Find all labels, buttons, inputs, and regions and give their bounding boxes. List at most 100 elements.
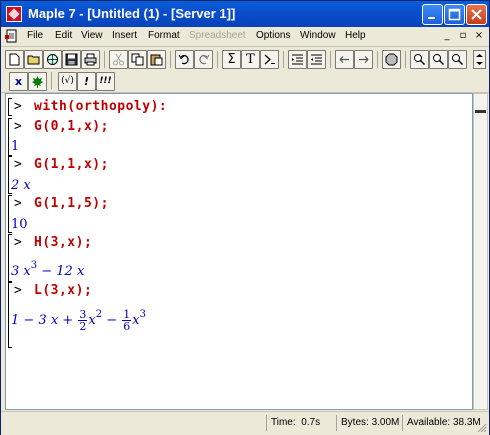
zoom-out-button[interactable] — [429, 50, 448, 69]
prompt-icon — [264, 54, 275, 65]
menu-bar: File Edit View Insert Format Spreadsheet… — [1, 27, 489, 47]
menu-options[interactable]: Options — [256, 30, 290, 41]
minimize-button[interactable] — [422, 4, 443, 25]
execution-group-bracket[interactable] — [8, 98, 12, 116]
menu-view[interactable]: View — [81, 30, 103, 41]
maple-leaf-icon — [32, 76, 43, 88]
doc-close-icon[interactable]: × — [472, 29, 486, 43]
stop-octagon-icon — [385, 53, 398, 66]
title-bar[interactable]: Maple 7 - [Untitled (1) - [Server 1]] — [1, 1, 489, 27]
toolbar-separator — [405, 51, 406, 68]
output-line: 3 x3 − 12 x — [11, 260, 84, 279]
prompt: > — [14, 283, 22, 298]
open-folder-icon — [27, 55, 40, 65]
toolbar-separator — [377, 51, 378, 68]
outdent-icon — [292, 54, 303, 65]
magnifier-icon — [433, 54, 445, 66]
open-button[interactable] — [24, 50, 43, 69]
maple-window: Maple 7 - [Untitled (1) - [Server 1]] Fi… — [0, 0, 490, 435]
exponent: 3 — [30, 260, 38, 271]
minimize-icon — [428, 17, 435, 19]
bytes-status: Bytes: 3.00M — [336, 415, 402, 431]
vertical-scrollbar[interactable] — [473, 93, 488, 410]
menu-help[interactable]: Help — [345, 30, 366, 41]
doc-minimize-icon[interactable]: _ — [440, 29, 454, 43]
output-line: 1 − 3 x + 3 2 x2 − 1 6 x3 — [11, 309, 146, 332]
input-line[interactable]: G(0,1,x); — [34, 119, 109, 134]
copy-icon — [131, 53, 144, 66]
zoom-in-button[interactable] — [410, 50, 429, 69]
input-line[interactable]: with(orthopoly): — [34, 99, 167, 114]
maximize-button[interactable] — [444, 4, 465, 25]
input-line[interactable]: H(3,x); — [34, 235, 92, 250]
menu-spreadsheet[interactable]: Spreadsheet — [189, 30, 246, 41]
minus-sign: − — [106, 313, 118, 328]
time-value: 0.7s — [301, 417, 321, 428]
input-line[interactable]: G(1,1,x); — [34, 157, 109, 172]
cut-button[interactable] — [109, 50, 128, 69]
input-line[interactable]: L(3,x); — [34, 283, 92, 298]
execute-button[interactable]: ! — [77, 72, 96, 91]
correct-syntax-button[interactable]: (√) — [58, 72, 77, 91]
worksheet-area[interactable]: > with(orthopoly): > G(0,1,x); 1 > G(1,1… — [5, 93, 473, 410]
print-button[interactable] — [81, 50, 100, 69]
forward-button[interactable] — [354, 50, 373, 69]
context-toolbar: x (√) ! !!! — [1, 71, 489, 93]
status-bar: Time: 0.7s Bytes: 3.00M Available: 38.3M — [1, 411, 489, 435]
scissors-icon — [113, 53, 124, 66]
menu-insert[interactable]: Insert — [112, 30, 137, 41]
toolbar-separator — [51, 72, 52, 89]
menu-edit[interactable]: Edit — [55, 30, 72, 41]
maple-leaf-button[interactable] — [28, 72, 47, 91]
denominator: 2 — [79, 320, 87, 333]
input-line[interactable]: G(1,1,5); — [34, 196, 109, 211]
insert-math-button[interactable]: Σ — [222, 50, 241, 69]
undo-icon — [178, 54, 189, 65]
redo-button[interactable] — [194, 50, 213, 69]
back-button[interactable] — [335, 50, 354, 69]
time-label: Time: — [271, 417, 296, 428]
maple-app-icon[interactable] — [6, 6, 22, 22]
open-url-button[interactable] — [43, 50, 62, 69]
close-button[interactable] — [466, 4, 487, 25]
magnifier-icon — [414, 54, 426, 66]
document-icon[interactable] — [5, 29, 19, 43]
insert-text-button[interactable]: T — [241, 50, 260, 69]
outdent-button[interactable] — [288, 50, 307, 69]
save-button[interactable] — [62, 50, 81, 69]
toolbar-scroll-button[interactable] — [473, 50, 486, 69]
undo-button[interactable] — [175, 50, 194, 69]
redo-icon — [199, 54, 210, 65]
output-term: x — [132, 313, 140, 328]
output-line: 10 — [11, 217, 28, 232]
insert-execution-group-button[interactable] — [260, 50, 279, 69]
clipboard-icon — [150, 54, 163, 66]
scroll-thumb[interactable] — [475, 110, 486, 113]
execute-all-button[interactable]: !!! — [96, 72, 115, 91]
output-term: 1 − 3 x + — [11, 313, 74, 328]
text-mode-button[interactable]: x — [9, 72, 28, 91]
new-button[interactable] — [5, 50, 24, 69]
resize-grip-icon[interactable] — [475, 421, 487, 433]
fraction: 32 — [78, 309, 88, 333]
close-icon — [471, 9, 482, 20]
globe-icon — [47, 54, 58, 65]
zoom-reset-button[interactable] — [448, 50, 467, 69]
copy-button[interactable] — [128, 50, 147, 69]
prompt: > — [14, 157, 22, 172]
menu-window[interactable]: Window — [300, 30, 336, 41]
menu-format[interactable]: Format — [148, 30, 180, 41]
stop-button[interactable] — [382, 50, 401, 69]
paste-button[interactable] — [147, 50, 166, 69]
menu-file[interactable]: File — [27, 30, 43, 41]
toolbar-separator — [330, 51, 331, 68]
arrow-left-icon — [339, 56, 349, 63]
magnifier-icon — [452, 54, 464, 66]
doc-restore-icon[interactable]: ▫ — [456, 29, 470, 43]
window-title: Maple 7 - [Untitled (1) - [Server 1]] — [28, 6, 236, 21]
time-status: Time: 0.7s — [266, 415, 336, 431]
output-term: x — [88, 313, 96, 328]
new-document-icon — [9, 53, 20, 66]
floppy-disk-icon — [65, 53, 78, 66]
indent-button[interactable] — [307, 50, 326, 69]
